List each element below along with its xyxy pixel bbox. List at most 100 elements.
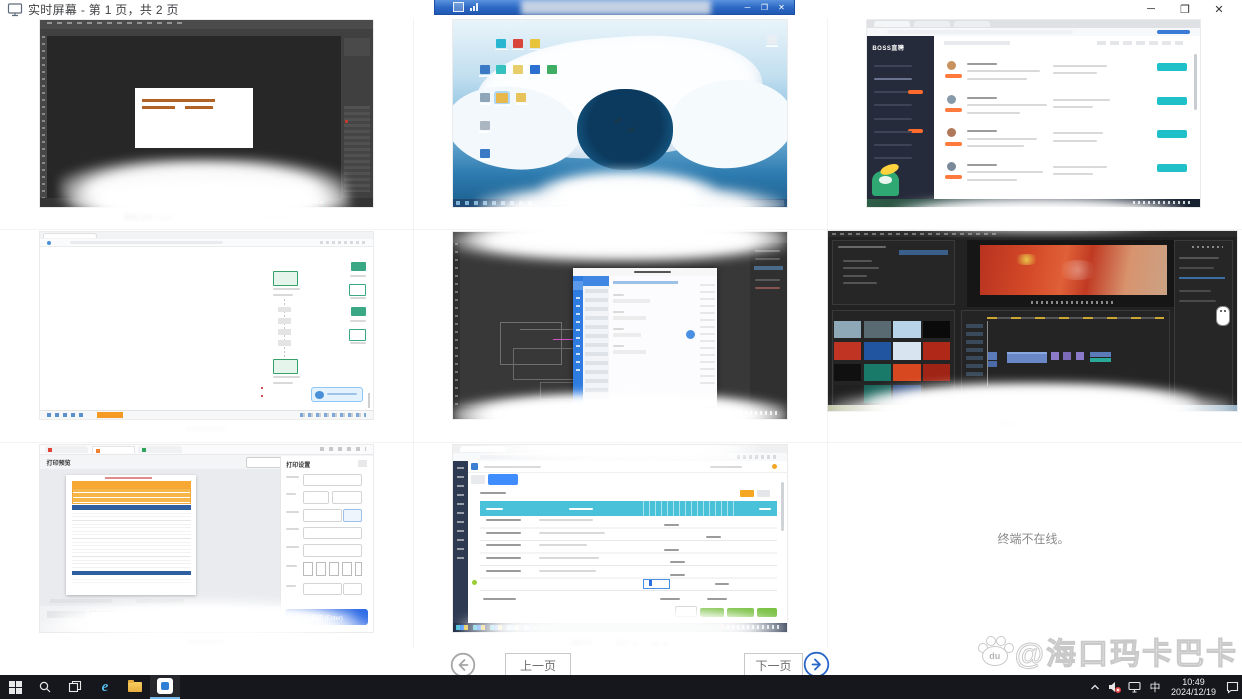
scrollbar[interactable] bbox=[781, 482, 784, 531]
zoom-chip bbox=[311, 387, 363, 402]
monitoring-app-icon bbox=[157, 678, 173, 694]
ps-canvas-area bbox=[47, 36, 341, 198]
browser-tabstrip bbox=[40, 232, 373, 239]
ps-panels bbox=[341, 36, 373, 198]
cad-dialog bbox=[573, 268, 717, 406]
desktop-icon bbox=[480, 121, 490, 130]
grid-divider-vertical bbox=[413, 18, 414, 648]
next-page-button[interactable]: 下一页 bbox=[744, 653, 803, 677]
ime-indicator[interactable]: 中 bbox=[1145, 679, 1165, 695]
palette-item bbox=[349, 284, 366, 295]
start-button[interactable] bbox=[0, 675, 30, 699]
preview-title: 打印预览 bbox=[47, 458, 71, 467]
remote-cursor-indicator bbox=[1216, 306, 1230, 326]
system-tray: 中 10:49 2024/12/19 bbox=[1085, 675, 1242, 699]
grid-divider-horizontal bbox=[0, 442, 1242, 443]
thumbnail-caption: PC-···· 2015···· ···138 bbox=[864, 211, 1204, 222]
monitor-icon bbox=[7, 2, 23, 17]
paw-icon: du bbox=[977, 635, 1013, 667]
palette-item bbox=[351, 307, 366, 316]
desktop-icon bbox=[480, 149, 490, 158]
tray-expand-button[interactable] bbox=[1085, 675, 1105, 699]
preview-area bbox=[40, 469, 280, 606]
browser-tabstrip bbox=[867, 20, 1200, 28]
remote-window-controls: ─ ❐ ✕ bbox=[739, 0, 790, 15]
new-entry-button bbox=[488, 474, 518, 485]
remote-viewer-titlebar[interactable]: ─ ❐ ✕ bbox=[434, 0, 795, 15]
screen-thumbnail-recruitment[interactable]: BOSS直聘 bbox=[867, 20, 1200, 207]
file-explorer-button[interactable] bbox=[120, 675, 150, 699]
task-view-button[interactable] bbox=[60, 675, 90, 699]
volume-button[interactable] bbox=[1105, 675, 1125, 699]
desktop-icon bbox=[513, 39, 523, 48]
app-header bbox=[468, 461, 787, 473]
captured-taskbar bbox=[867, 199, 1200, 207]
screen-thumbnail-video-editor[interactable] bbox=[828, 231, 1237, 411]
iceberg-hole bbox=[577, 89, 674, 169]
monitoring-app-button[interactable] bbox=[150, 675, 180, 699]
remote-maximize-button[interactable]: ❐ bbox=[756, 0, 773, 15]
search-button[interactable] bbox=[30, 675, 60, 699]
taskbar-clock[interactable]: 10:49 2024/12/19 bbox=[1165, 677, 1222, 697]
screen-thumbnail-photoshop[interactable] bbox=[40, 20, 373, 207]
desktop-icon bbox=[480, 93, 490, 102]
redacted-title-smudge bbox=[521, 0, 711, 15]
watermark: du @海口玛卡巴卡 bbox=[977, 629, 1238, 673]
grid-divider-horizontal bbox=[0, 229, 1242, 230]
flow-node bbox=[273, 359, 298, 374]
thumbnail-caption: WIN-···· 20-1· ·-1·1 bbox=[450, 636, 790, 647]
minimize-button[interactable]: ─ bbox=[1134, 0, 1168, 18]
thumbnail-caption: SC········ ···· bbox=[862, 416, 1202, 427]
watermark-text: @海口玛卡巴卡 bbox=[1015, 629, 1238, 673]
maximize-button[interactable]: ❐ bbox=[1168, 0, 1202, 18]
browser-toolbar bbox=[40, 239, 373, 247]
thumbnail-caption: DESKTOP-········ ····-··-·· ··:··:·· bbox=[36, 211, 376, 222]
captured-taskbar bbox=[453, 407, 787, 419]
palette-item bbox=[351, 262, 366, 271]
mascot bbox=[872, 171, 899, 195]
page-setup-button bbox=[246, 457, 281, 468]
network-button[interactable] bbox=[1125, 675, 1145, 699]
remote-close-button[interactable]: ✕ bbox=[773, 0, 790, 15]
screen-thumbnail-print-preview[interactable]: 打印预览 打印设置 打印 (Enter) bbox=[40, 445, 373, 632]
desktop-icon bbox=[496, 65, 506, 74]
scrollbar[interactable] bbox=[1194, 54, 1197, 110]
screen-thumbnail-cad-dialog[interactable] bbox=[453, 232, 787, 419]
cad-toolbar bbox=[453, 232, 787, 243]
remote-minimize-button[interactable]: ─ bbox=[739, 0, 756, 15]
print-settings-panel: 打印设置 打印 (Enter) bbox=[280, 456, 373, 632]
wps-tabbar bbox=[40, 445, 373, 455]
desktop-icon bbox=[516, 93, 526, 102]
ps-toolbar bbox=[40, 36, 47, 198]
task-view-icon bbox=[68, 680, 82, 694]
search-icon bbox=[38, 680, 52, 694]
watermark-badge: du bbox=[982, 646, 1008, 666]
screen-thumbnail-erp[interactable] bbox=[453, 445, 787, 632]
editor-menubar bbox=[828, 231, 1237, 237]
settings-title: 打印设置 bbox=[286, 460, 310, 469]
palette-item bbox=[349, 329, 366, 340]
taskbar: e 中 10:49 2024/12/19 bbox=[0, 675, 1242, 699]
desktop-icon bbox=[496, 39, 506, 48]
prev-page-button[interactable]: 上一页 bbox=[505, 653, 571, 677]
action-center-icon bbox=[1225, 680, 1240, 694]
program-monitor bbox=[967, 240, 1180, 307]
action-center-button[interactable] bbox=[1222, 675, 1242, 699]
close-button[interactable]: ✕ bbox=[1202, 0, 1236, 18]
ps-statusbar bbox=[40, 198, 373, 207]
ps-menu-items bbox=[47, 22, 187, 24]
internet-explorer-button[interactable]: e bbox=[90, 675, 120, 699]
screen-thumbnail-desktop[interactable] bbox=[453, 20, 787, 207]
captured-taskbar bbox=[453, 623, 787, 632]
clock-time: 10:49 bbox=[1171, 677, 1216, 687]
screen-thumbnail-flowchart[interactable] bbox=[40, 232, 373, 419]
browser-tabstrip bbox=[453, 445, 787, 453]
cad-right-panel bbox=[750, 243, 787, 407]
thumbnail-caption: ········· ···· bbox=[450, 423, 790, 434]
thumbnail-caption: ·········· bbox=[36, 423, 376, 434]
table-body bbox=[480, 516, 777, 591]
browser-toolbar bbox=[867, 28, 1200, 36]
save-button-mini bbox=[700, 608, 723, 617]
internet-explorer-icon: e bbox=[102, 679, 109, 696]
scrollbar[interactable] bbox=[368, 393, 370, 408]
